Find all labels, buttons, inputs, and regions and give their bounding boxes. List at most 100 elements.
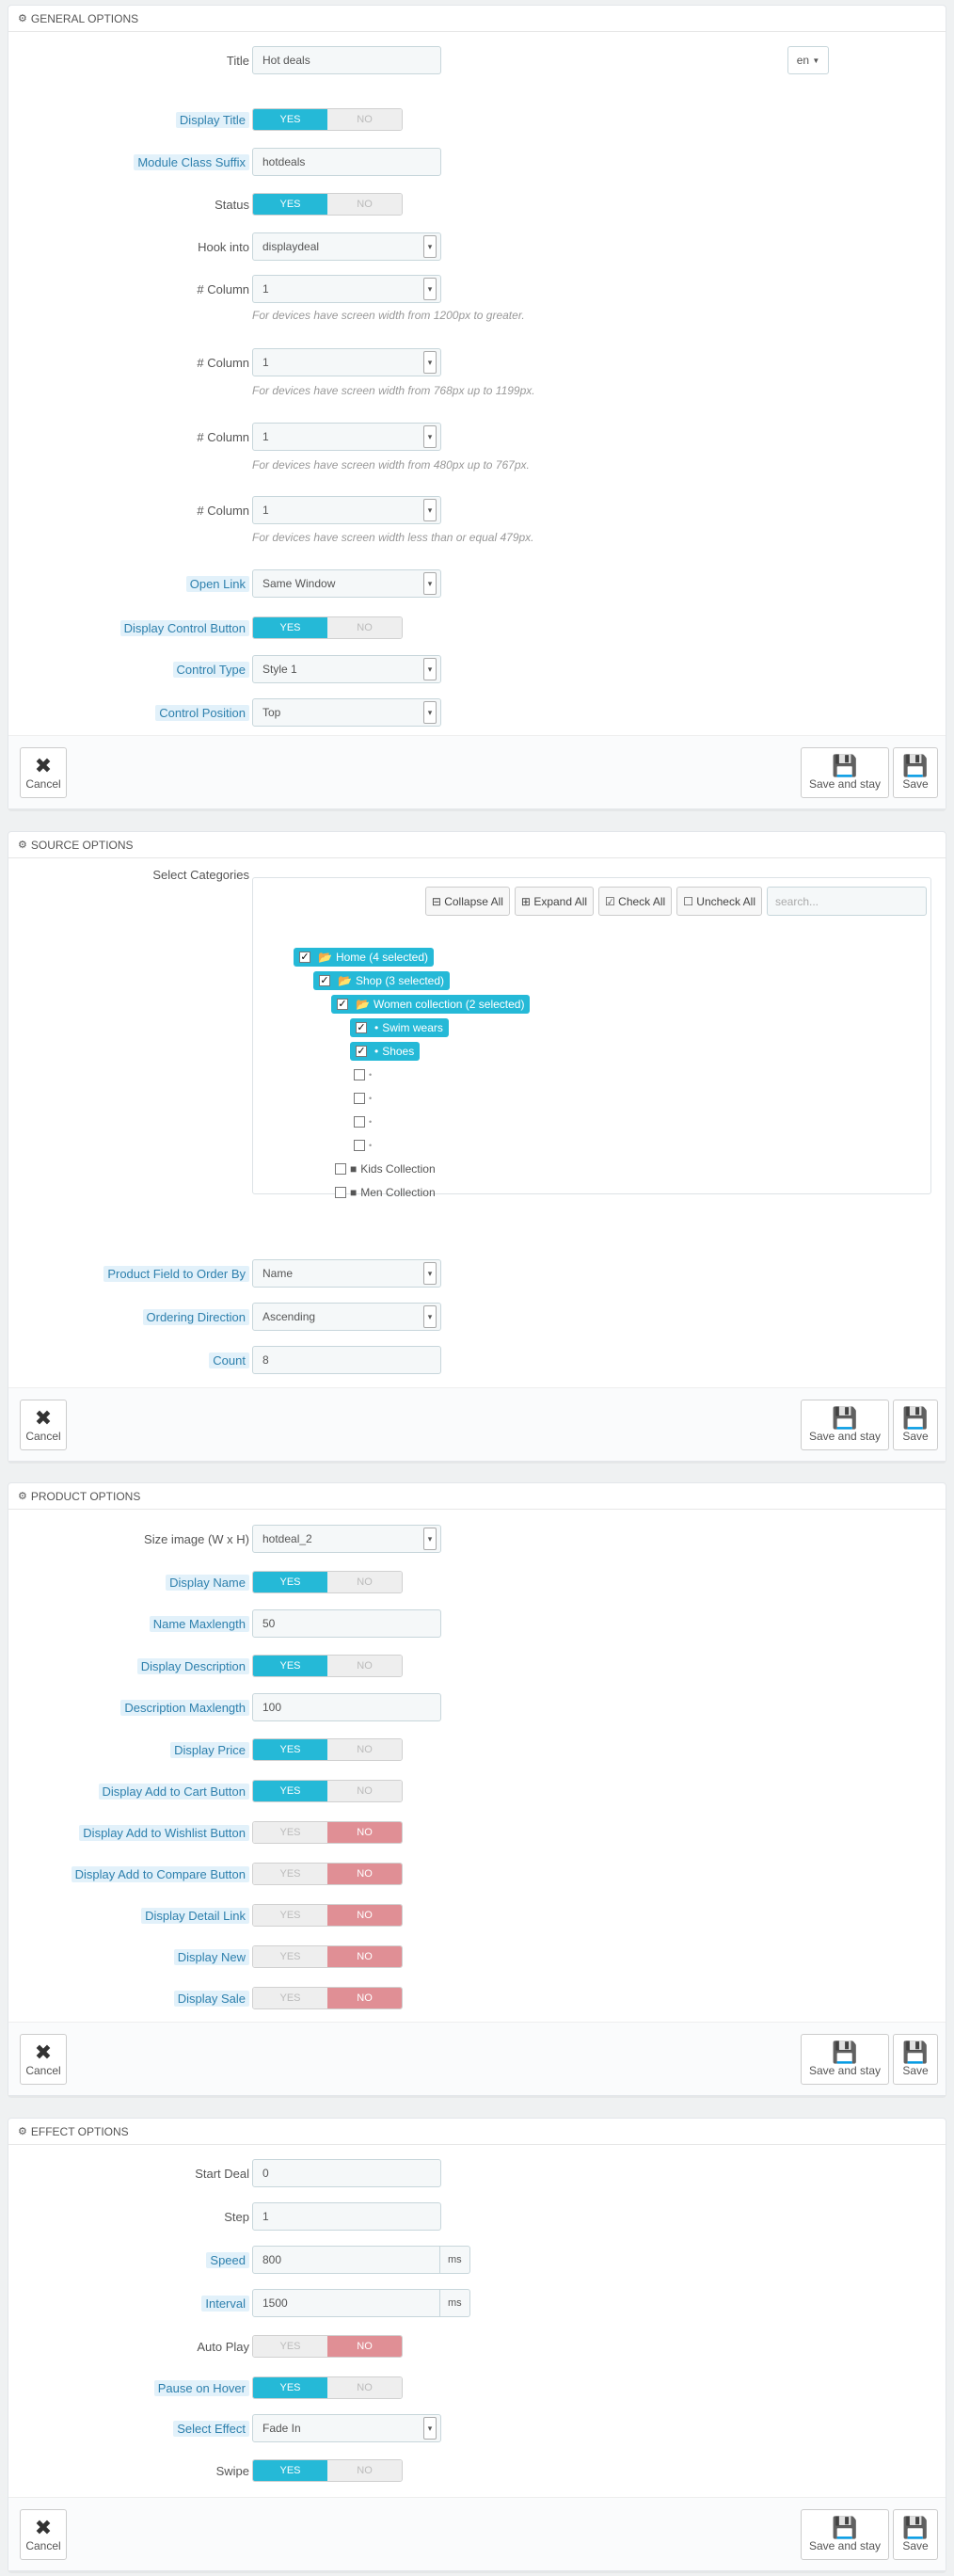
- speed-input[interactable]: 800: [252, 2246, 440, 2274]
- column-xs-select[interactable]: 1 ▾: [252, 496, 441, 524]
- tree-node-women[interactable]: ✓ 📂 Women collection (2 selected): [331, 994, 531, 1014]
- column-md-select[interactable]: 1 ▾: [252, 348, 441, 376]
- add-wishlist-switch[interactable]: YES NO: [252, 1821, 403, 1844]
- tree-node-empty[interactable]: •: [354, 1135, 372, 1155]
- chevron-down-icon: ▾: [423, 1528, 437, 1550]
- name-maxlength-input[interactable]: 50: [252, 1609, 441, 1638]
- checkbox[interactable]: ✓: [319, 974, 330, 986]
- chevron-down-icon: ▾: [423, 425, 437, 448]
- save-and-stay-button[interactable]: 💾 Save and stay: [801, 747, 889, 798]
- detail-link-switch[interactable]: YES NO: [252, 1904, 403, 1927]
- class-suffix-input[interactable]: hotdeals: [252, 148, 441, 176]
- select-effect-select[interactable]: Fade In ▾: [252, 2414, 441, 2442]
- row-status: Status YES NO: [8, 190, 946, 218]
- step-input[interactable]: 1: [252, 2202, 441, 2231]
- display-sale-switch[interactable]: YES NO: [252, 1987, 403, 2009]
- checkbox[interactable]: ✓: [337, 998, 348, 1010]
- tree-node-men[interactable]: ■ Men Collection: [335, 1182, 436, 1202]
- count-input[interactable]: 8: [252, 1346, 441, 1374]
- checkbox[interactable]: [354, 1139, 365, 1151]
- add-cart-switch[interactable]: YES NO: [252, 1780, 403, 1802]
- display-title-switch[interactable]: YES NO: [252, 108, 403, 131]
- save-icon: 💾: [832, 2516, 858, 2539]
- display-control-switch[interactable]: YES NO: [252, 616, 403, 639]
- folder-open-icon: 📂: [356, 997, 370, 1011]
- row-control-type: Control Type Style 1 ▾: [8, 655, 946, 683]
- save-and-stay-button[interactable]: 💾 Save and stay: [801, 1400, 889, 1450]
- checkbox[interactable]: [335, 1162, 346, 1175]
- save-button[interactable]: 💾 Save: [893, 1400, 938, 1450]
- speed-label: Speed: [206, 2251, 249, 2268]
- save-button[interactable]: 💾 Save: [893, 747, 938, 798]
- checkbox[interactable]: [354, 1068, 365, 1080]
- cancel-button[interactable]: ✖ Cancel: [20, 747, 67, 798]
- close-icon: ✖: [34, 2040, 53, 2064]
- column-lg-select[interactable]: 1 ▾: [252, 275, 441, 303]
- size-image-select[interactable]: hotdeal_2 ▾: [252, 1525, 441, 1553]
- save-button[interactable]: 💾 Save: [893, 2509, 938, 2560]
- tree-node-kids[interactable]: ■ Kids Collection: [335, 1159, 436, 1178]
- row-display-new: Display New YES NO: [8, 1943, 946, 1971]
- save-and-stay-button[interactable]: 💾 Save and stay: [801, 2034, 889, 2085]
- tree-node-swim[interactable]: ✓ • Swim wears: [350, 1017, 449, 1037]
- folder-open-icon: 📂: [338, 973, 352, 987]
- expand-all-button[interactable]: ⊞ Expand All: [514, 887, 595, 916]
- row-add-wishlist: Display Add to Wishlist Button YES NO: [8, 1818, 946, 1847]
- chevron-down-icon: ▾: [423, 351, 437, 374]
- display-price-switch[interactable]: YES NO: [252, 1738, 403, 1761]
- cancel-button[interactable]: ✖ Cancel: [20, 1400, 67, 1450]
- tree-node-shoes[interactable]: ✓ • Shoes: [350, 1041, 421, 1061]
- cancel-button[interactable]: ✖ Cancel: [20, 2034, 67, 2085]
- order-field-select[interactable]: Name ▾: [252, 1259, 441, 1288]
- save-icon: 💾: [832, 754, 858, 777]
- control-type-select[interactable]: Style 1 ▾: [252, 655, 441, 683]
- save-and-stay-button[interactable]: 💾 Save and stay: [801, 2509, 889, 2560]
- display-name-switch[interactable]: YES NO: [252, 1571, 403, 1593]
- autoplay-switch[interactable]: YES NO: [252, 2335, 403, 2358]
- title-input[interactable]: Hot deals: [252, 46, 441, 74]
- tree-search-input[interactable]: search...: [767, 887, 927, 916]
- folder-open-icon: 📂: [318, 950, 332, 964]
- checkbox[interactable]: ✓: [299, 951, 310, 963]
- cogs-icon: ⚙: [18, 2126, 27, 2137]
- checkbox[interactable]: [354, 1115, 365, 1128]
- pause-hover-switch[interactable]: YES NO: [252, 2376, 403, 2399]
- collapse-all-button[interactable]: ⊟ Collapse All: [424, 887, 510, 916]
- display-new-label: Display New: [173, 1948, 249, 1965]
- tree-node-empty[interactable]: •: [354, 1088, 372, 1108]
- row-pause-hover: Pause on Hover YES NO: [8, 2374, 946, 2402]
- start-deal-input[interactable]: 0: [252, 2159, 441, 2187]
- pause-hover-label: Pause on Hover: [153, 2379, 249, 2396]
- cancel-button[interactable]: ✖ Cancel: [20, 2509, 67, 2560]
- tree-node-shop[interactable]: ✓ 📂 Shop (3 selected): [313, 970, 451, 990]
- language-dropdown[interactable]: en ▼: [787, 46, 829, 74]
- display-new-switch[interactable]: YES NO: [252, 1945, 403, 1968]
- checkbox[interactable]: [335, 1186, 346, 1198]
- add-compare-switch[interactable]: YES NO: [252, 1863, 403, 1885]
- save-icon: 💾: [902, 754, 929, 777]
- checkbox[interactable]: ✓: [356, 1045, 367, 1057]
- order-direction-select[interactable]: Ascending ▾: [252, 1303, 441, 1331]
- swipe-switch[interactable]: YES NO: [252, 2459, 403, 2482]
- interval-input[interactable]: 1500: [252, 2289, 440, 2317]
- uncheck-all-button[interactable]: ☐ Uncheck All: [676, 887, 762, 916]
- tree-node-empty[interactable]: •: [354, 1064, 372, 1084]
- swipe-label: Swipe: [215, 2463, 249, 2478]
- row-select-effect: Select Effect Fade In ▾: [8, 2414, 946, 2442]
- tree-node-home[interactable]: ✓ 📂 Home (4 selected): [294, 947, 434, 967]
- checkbox[interactable]: [354, 1092, 365, 1104]
- hook-select[interactable]: displaydeal ▾: [252, 232, 441, 261]
- row-column-xs: # Column 1 ▾: [8, 496, 946, 524]
- chevron-down-icon: ▾: [423, 701, 437, 724]
- open-link-select[interactable]: Same Window ▾: [252, 569, 441, 598]
- description-maxlength-input[interactable]: 100: [252, 1693, 441, 1721]
- display-description-switch[interactable]: YES NO: [252, 1655, 403, 1677]
- tree-node-empty[interactable]: •: [354, 1112, 372, 1131]
- check-all-button[interactable]: ☑ Check All: [598, 887, 673, 916]
- control-position-select[interactable]: Top ▾: [252, 698, 441, 727]
- checkbox[interactable]: ✓: [356, 1021, 367, 1033]
- column-sm-select[interactable]: 1 ▾: [252, 423, 441, 451]
- save-button[interactable]: 💾 Save: [893, 2034, 938, 2085]
- panel-footer: ✖ Cancel 💾 Save and stay 💾 Save: [8, 1387, 946, 1461]
- status-switch[interactable]: YES NO: [252, 193, 403, 216]
